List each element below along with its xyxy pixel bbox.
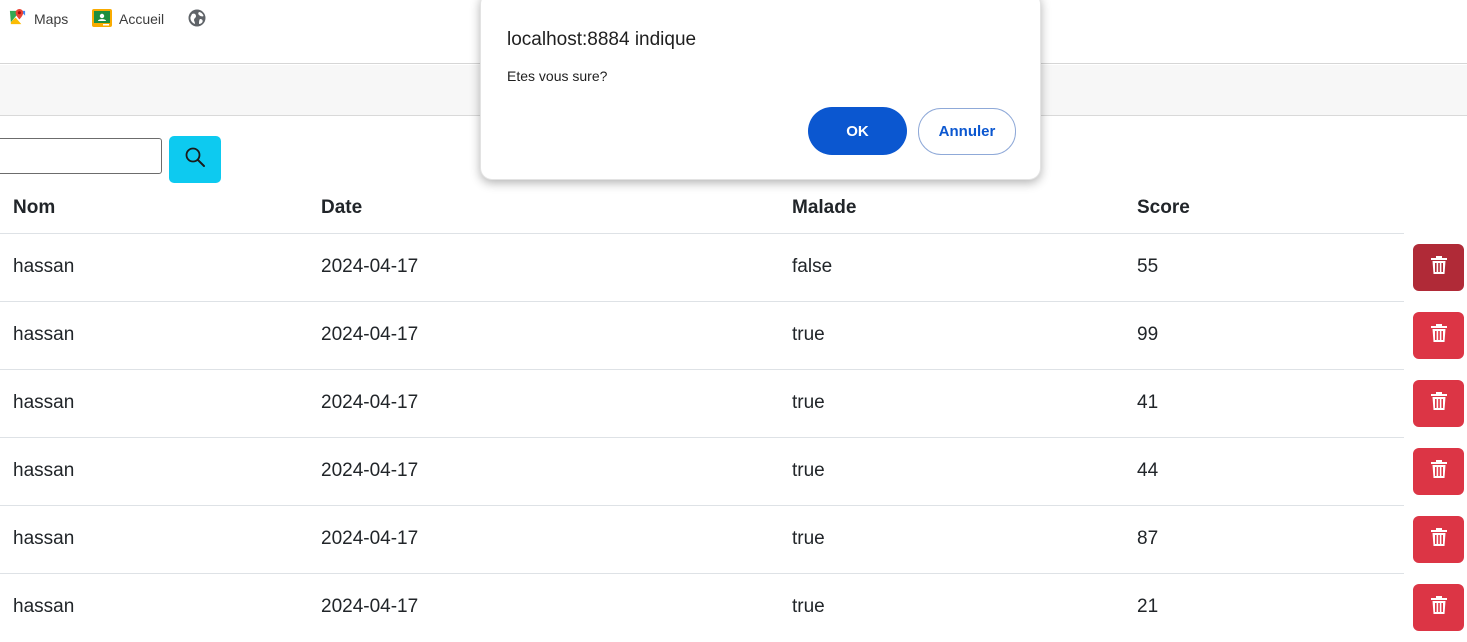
delete-button[interactable]: [1413, 312, 1464, 359]
table-header: Nom Date Malade Score: [0, 185, 1404, 234]
cell-score: 21: [1137, 596, 1159, 617]
trash-icon: [1430, 459, 1448, 484]
dialog-title: localhost:8884 indique: [507, 29, 697, 50]
table-row: hassan 2024-04-17 false 55: [0, 234, 1467, 302]
bookmark-maps[interactable]: Maps: [8, 8, 68, 30]
trash-icon: [1430, 527, 1448, 552]
table-row: hassan 2024-04-17 true 87: [0, 506, 1467, 574]
header-nom: Nom: [13, 197, 56, 218]
dialog-message: Etes vous sure?: [507, 68, 608, 84]
cell-nom: hassan: [13, 256, 75, 277]
delete-button[interactable]: [1413, 448, 1464, 495]
globe-icon: [187, 8, 207, 31]
table-row: hassan 2024-04-17 true 44: [0, 438, 1467, 506]
cell-malade: false: [792, 256, 833, 277]
cell-nom: hassan: [13, 460, 75, 481]
cell-score: 55: [1137, 256, 1159, 277]
header-score: Score: [1137, 197, 1190, 218]
cancel-button[interactable]: Annuler: [918, 108, 1016, 155]
header-malade: Malade: [792, 197, 857, 218]
bookmark-globe[interactable]: [187, 8, 214, 30]
bookmark-accueil[interactable]: Accueil: [92, 8, 164, 30]
cell-date: 2024-04-17: [321, 460, 419, 481]
cell-nom: hassan: [13, 392, 75, 413]
confirm-dialog: localhost:8884 indique Etes vous sure? O…: [480, 0, 1041, 180]
ok-button[interactable]: OK: [808, 107, 907, 155]
delete-button[interactable]: [1413, 584, 1464, 631]
search-icon: [184, 146, 206, 173]
cell-malade: true: [792, 460, 825, 481]
cell-malade: true: [792, 528, 825, 549]
cell-malade: true: [792, 324, 825, 345]
trash-icon: [1430, 595, 1448, 620]
cell-nom: hassan: [13, 528, 75, 549]
cell-malade: true: [792, 392, 825, 413]
table-row: hassan 2024-04-17 true 99: [0, 302, 1467, 370]
header-date: Date: [321, 197, 363, 218]
delete-button[interactable]: [1413, 516, 1464, 563]
cell-score: 87: [1137, 528, 1159, 549]
bookmark-label: Maps: [34, 11, 69, 27]
cell-score: 99: [1137, 324, 1159, 345]
delete-button[interactable]: [1413, 244, 1464, 291]
cell-nom: hassan: [13, 324, 75, 345]
trash-icon: [1430, 255, 1448, 280]
table-row: hassan 2024-04-17 true 21: [0, 574, 1467, 642]
trash-icon: [1430, 391, 1448, 416]
delete-button[interactable]: [1413, 380, 1464, 427]
cell-nom: hassan: [13, 596, 75, 617]
bookmark-label: Accueil: [119, 11, 165, 27]
cell-date: 2024-04-17: [321, 596, 419, 617]
search-button[interactable]: [169, 136, 221, 183]
search-input[interactable]: [0, 138, 162, 174]
cell-score: 44: [1137, 460, 1159, 481]
classroom-icon: [92, 8, 112, 30]
cell-date: 2024-04-17: [321, 528, 419, 549]
table-row: hassan 2024-04-17 true 41: [0, 370, 1467, 438]
maps-icon: [8, 8, 27, 30]
cell-malade: true: [792, 596, 825, 617]
cell-score: 41: [1137, 392, 1159, 413]
cell-date: 2024-04-17: [321, 256, 419, 277]
cell-date: 2024-04-17: [321, 392, 419, 413]
cell-date: 2024-04-17: [321, 324, 419, 345]
trash-icon: [1430, 323, 1448, 348]
